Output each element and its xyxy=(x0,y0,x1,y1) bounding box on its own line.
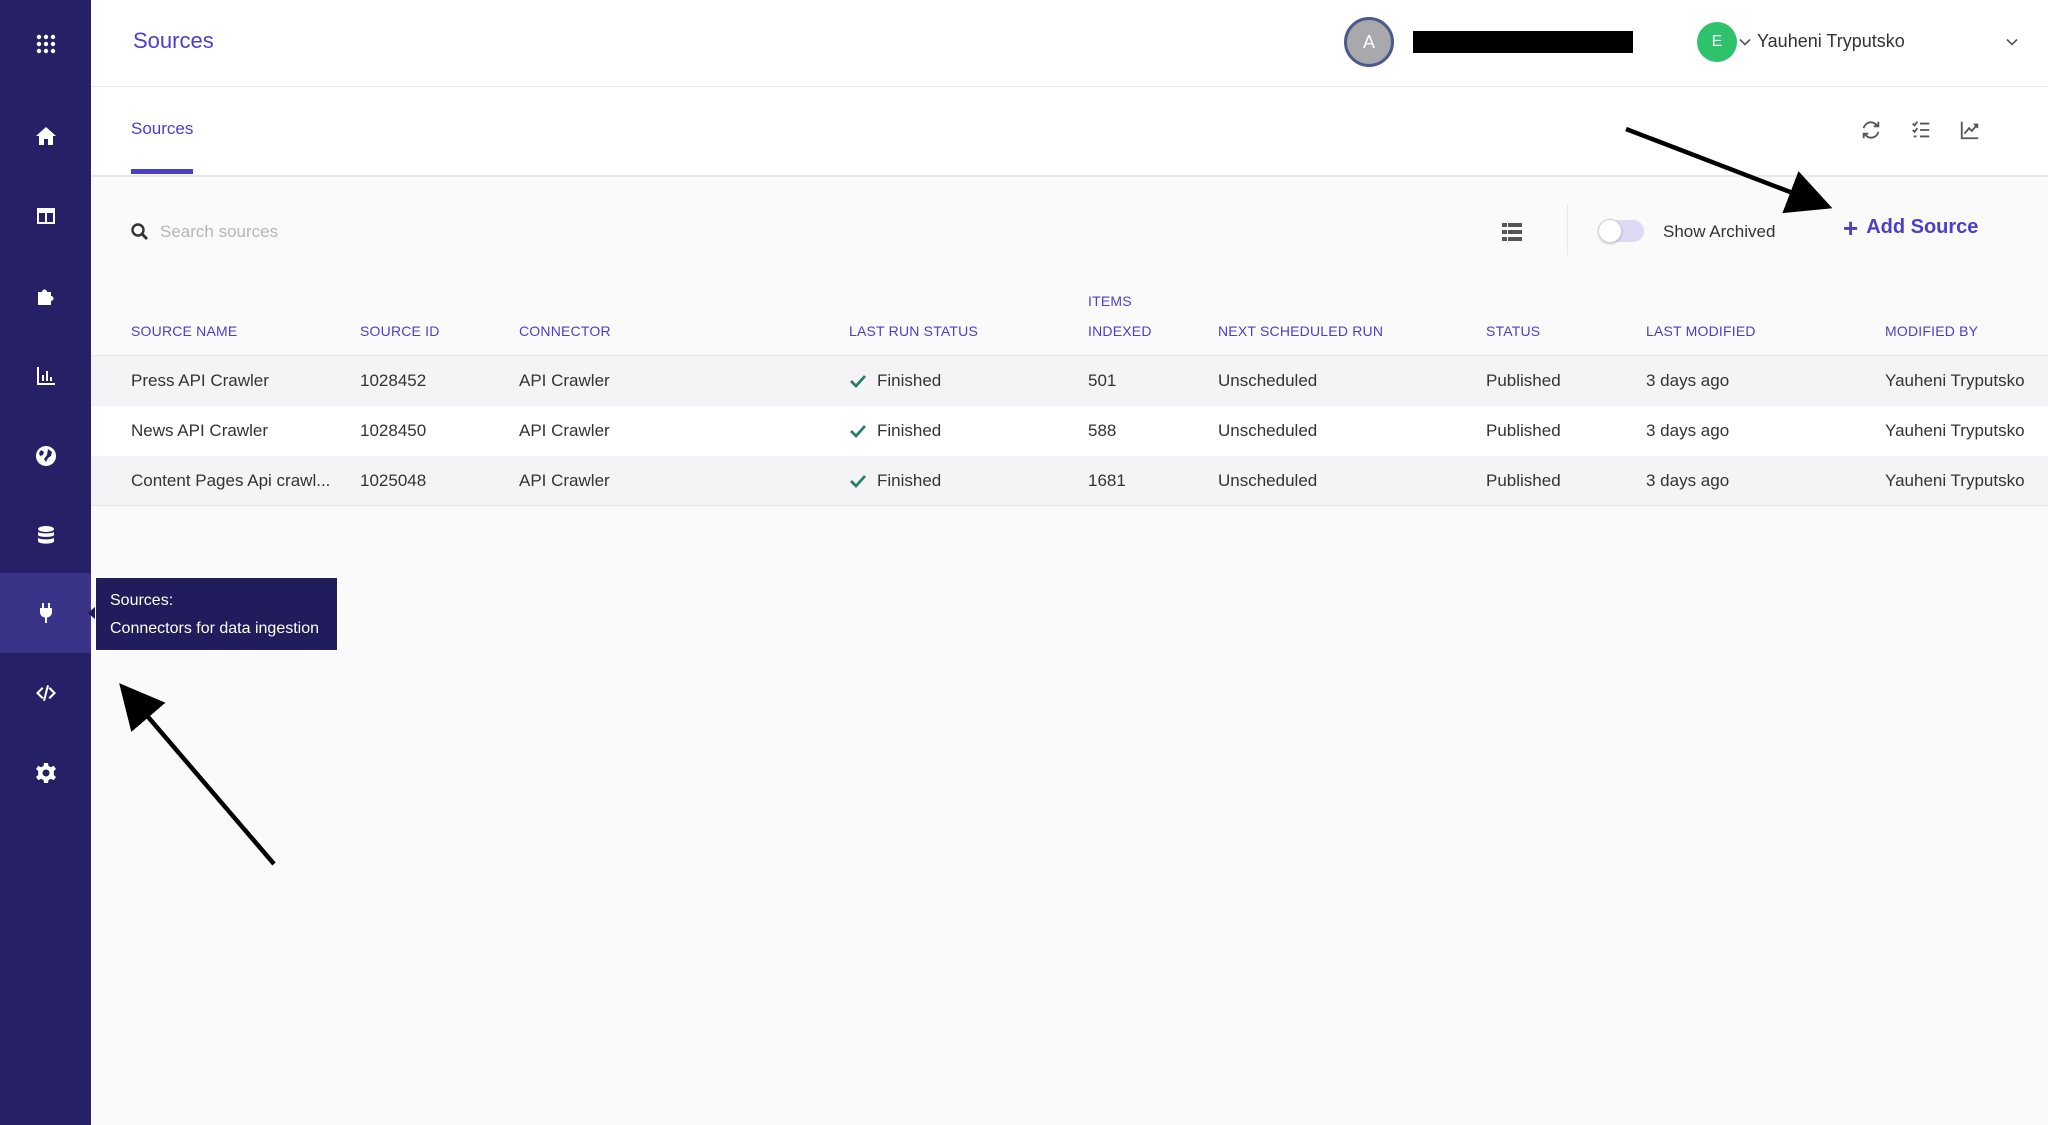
column-header-items-indexed-line1[interactable]: ITEMS xyxy=(1088,293,1132,309)
cell-status: Published xyxy=(1486,421,1561,440)
plug-icon xyxy=(39,603,52,623)
cell-last-run-status: Finished xyxy=(877,421,942,440)
annotation-arrow-sources-nav xyxy=(119,683,276,866)
apps-grid-button[interactable] xyxy=(0,4,91,84)
cell-source-name[interactable]: Press API Crawler xyxy=(131,371,269,391)
cell-source-id: 1028450 xyxy=(360,421,427,440)
show-archived-label: Show Archived xyxy=(1663,222,1776,241)
sidebar xyxy=(0,0,91,1125)
line-chart-icon xyxy=(1960,121,1979,140)
code-icon xyxy=(35,685,56,701)
cell-connector: API Crawler xyxy=(519,421,610,440)
cell-last-modified: 3 days ago xyxy=(1646,421,1730,440)
chevron-down-icon[interactable] xyxy=(1738,35,1752,49)
show-archived-toggle[interactable] xyxy=(1598,219,1644,243)
column-header-modified-by[interactable]: MODIFIED BY xyxy=(1885,323,1978,339)
column-header-items-indexed-line2[interactable]: INDEXED xyxy=(1088,323,1152,339)
cell-connector: API Crawler xyxy=(519,371,610,390)
cell-last-modified: 3 days ago xyxy=(1646,371,1730,390)
tooltip-title: Sources: xyxy=(110,592,174,609)
cell-next-scheduled-run: Unscheduled xyxy=(1218,371,1318,390)
cell-last-run-status: Finished xyxy=(877,371,942,390)
column-header-source-id[interactable]: SOURCE ID xyxy=(360,323,440,339)
sidebar-item-layouts[interactable] xyxy=(0,176,91,256)
cell-next-scheduled-run: Unscheduled xyxy=(1218,471,1318,490)
cell-modified-by: Yauheni Tryputsko xyxy=(1885,371,2025,390)
cell-status: Published xyxy=(1486,471,1561,490)
cell-last-modified: 3 days ago xyxy=(1646,471,1730,490)
sidebar-item-home[interactable] xyxy=(0,96,91,176)
column-header-connector[interactable]: CONNECTOR xyxy=(519,323,611,339)
check-icon xyxy=(850,475,867,489)
org-avatar-initial: A xyxy=(1362,31,1375,52)
table-row[interactable]: Press API Crawler 1028452 API Crawler Fi… xyxy=(91,356,2048,406)
add-source-label: Add Source xyxy=(1866,216,1979,238)
checklist-icon xyxy=(1912,121,1930,138)
table-row[interactable]: News API Crawler 1028450 API Crawler Fin… xyxy=(91,406,2048,456)
cell-next-scheduled-run: Unscheduled xyxy=(1218,421,1318,440)
cell-modified-by: Yauheni Tryputsko xyxy=(1885,421,2025,440)
cell-connector: API Crawler xyxy=(519,471,610,490)
cell-modified-by: Yauheni Tryputsko xyxy=(1885,471,2025,490)
check-icon xyxy=(850,425,867,439)
layout-icon xyxy=(36,208,55,224)
cell-last-run-status: Finished xyxy=(877,471,942,490)
refresh-button[interactable] xyxy=(1856,115,1886,145)
puzzle-icon xyxy=(37,289,53,305)
tab-bar: Sources xyxy=(91,87,2048,177)
page-title: Sources xyxy=(133,28,214,53)
bar-chart-icon xyxy=(36,367,55,385)
column-header-last-modified[interactable]: LAST MODIFIED xyxy=(1646,323,1756,339)
refresh-icon xyxy=(1862,121,1880,139)
sidebar-item-data[interactable] xyxy=(0,496,91,576)
check-icon xyxy=(850,375,867,389)
user-avatar[interactable]: E xyxy=(1697,22,1737,62)
search-icon xyxy=(131,223,148,240)
column-header-last-run-status[interactable]: LAST RUN STATUS xyxy=(849,323,978,339)
sidebar-item-analytics[interactable] xyxy=(0,336,91,416)
globe-icon xyxy=(35,446,56,466)
search-input[interactable] xyxy=(160,217,760,247)
sidebar-item-web[interactable] xyxy=(0,416,91,496)
add-source-button[interactable]: + Add Source xyxy=(1843,212,1979,243)
task-list-button[interactable] xyxy=(1906,115,1936,145)
cell-items-indexed: 1681 xyxy=(1088,471,1126,490)
cell-source-name[interactable]: Content Pages Api crawl... xyxy=(131,471,330,491)
org-avatar[interactable]: A xyxy=(1344,17,1394,67)
analytics-button[interactable] xyxy=(1955,115,1985,145)
sidebar-item-extensions[interactable] xyxy=(0,256,91,336)
user-avatar-initial: E xyxy=(1711,33,1723,50)
cell-status: Published xyxy=(1486,371,1561,390)
home-icon xyxy=(35,127,56,145)
cell-source-name[interactable]: News API Crawler xyxy=(131,421,268,441)
sidebar-item-settings[interactable] xyxy=(0,733,91,813)
user-name[interactable]: Yauheni Tryputsko xyxy=(1757,31,1905,52)
top-header: Sources xyxy=(91,0,2048,87)
table-row[interactable]: Content Pages Api crawl... 1025048 API C… xyxy=(91,456,2048,506)
toggle-knob xyxy=(1598,219,1622,243)
cell-items-indexed: 501 xyxy=(1088,371,1117,390)
cell-source-id: 1028452 xyxy=(360,371,427,390)
cell-source-id: 1025048 xyxy=(360,471,427,490)
toolbar-divider xyxy=(1567,205,1568,255)
tooltip-description: Connectors for data ingestion xyxy=(110,620,320,637)
column-header-source-name[interactable]: SOURCE NAME xyxy=(131,323,237,339)
list-view-icon[interactable] xyxy=(1500,220,1524,244)
org-name-redacted[interactable] xyxy=(1413,31,1633,53)
sidebar-item-developer[interactable] xyxy=(0,653,91,733)
database-icon xyxy=(37,526,54,544)
gear-icon xyxy=(35,763,56,783)
column-header-status[interactable]: STATUS xyxy=(1486,323,1540,339)
column-header-next-scheduled-run[interactable]: NEXT SCHEDULED RUN xyxy=(1218,323,1383,339)
cell-items-indexed: 588 xyxy=(1088,421,1117,440)
sidebar-item-sources[interactable] xyxy=(0,573,91,653)
chevron-down-icon[interactable] xyxy=(2005,35,2019,49)
plus-icon: + xyxy=(1843,212,1859,243)
grid-apps-icon xyxy=(36,34,55,54)
table-bottom-divider xyxy=(91,505,2048,506)
tab-sources[interactable]: Sources xyxy=(131,119,193,139)
sidebar-tooltip: Sources: Connectors for data ingestion xyxy=(95,577,338,651)
tab-active-indicator xyxy=(131,169,193,174)
